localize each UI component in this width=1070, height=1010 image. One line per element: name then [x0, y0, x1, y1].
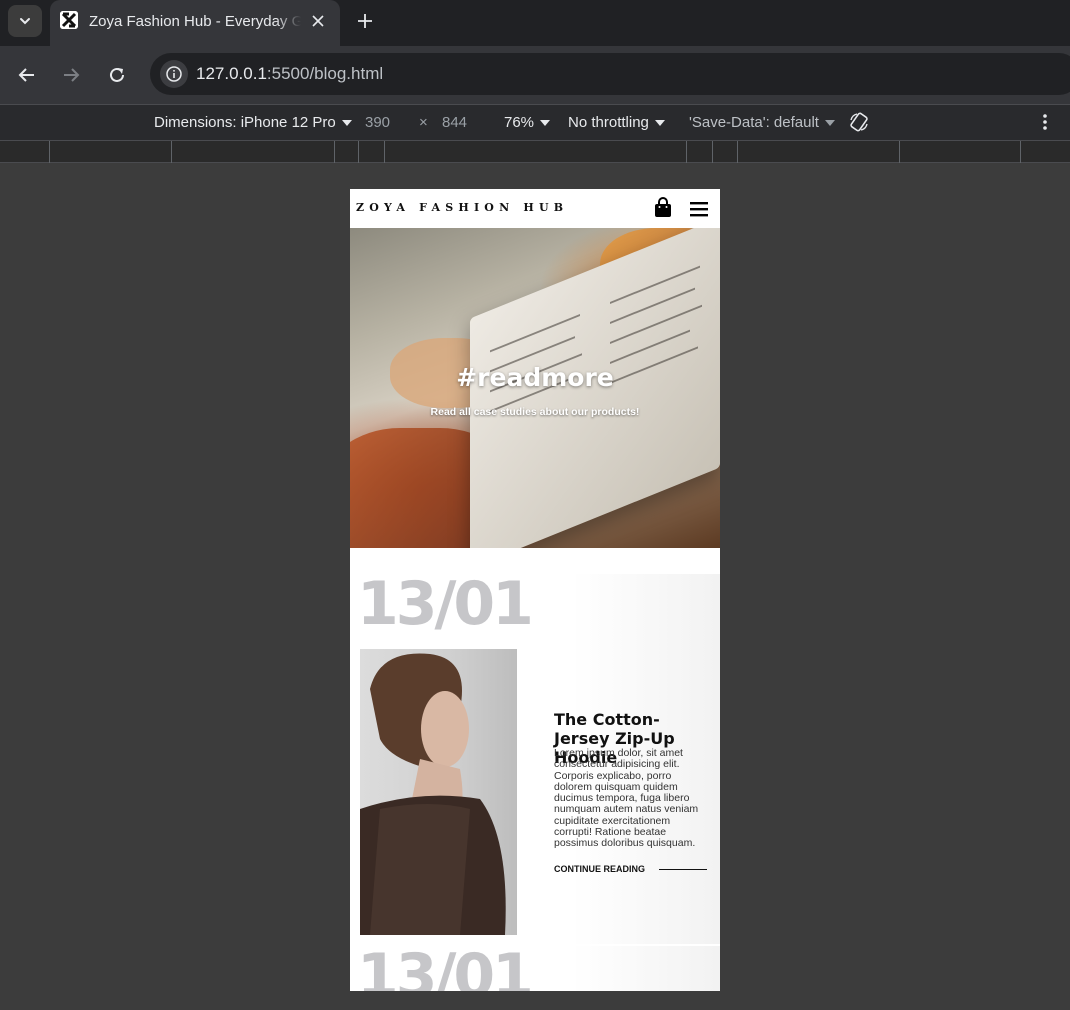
- dimension-times-sign: ×: [419, 114, 428, 131]
- caret-down-icon: [341, 120, 352, 127]
- back-arrow-icon[interactable]: [15, 63, 39, 87]
- new-tab-icon[interactable]: [354, 10, 376, 32]
- post-excerpt: Lorem ipsum dolor, sit amet consectetur …: [554, 747, 699, 850]
- url-path: :5500/blog.html: [266, 64, 384, 83]
- device-viewport: ZOYA FASHION HUB #readmore Read all case…: [350, 189, 720, 991]
- more-options-icon[interactable]: [1040, 112, 1050, 136]
- caret-down-icon: [654, 120, 665, 127]
- caret-down-icon: [824, 120, 835, 127]
- chevron-down-icon: [20, 18, 30, 25]
- post-date: 13/01: [357, 569, 534, 639]
- save-data-label: 'Save-Data': default: [689, 114, 819, 131]
- save-data-dropdown[interactable]: 'Save-Data': default: [689, 114, 835, 131]
- zoom-dropdown[interactable]: 76%: [504, 114, 551, 131]
- site-header: ZOYA FASHION HUB: [350, 189, 720, 228]
- device-width-input[interactable]: 390: [365, 114, 390, 131]
- hamburger-menu-icon[interactable]: [689, 200, 709, 218]
- site-logo[interactable]: ZOYA FASHION HUB: [356, 201, 568, 214]
- tab-strip: Zoya Fashion Hub - Everyday Gr: [0, 0, 1070, 46]
- tab-title: Zoya Fashion Hub - Everyday Gr: [89, 13, 301, 30]
- site-favicon-icon: [60, 11, 78, 29]
- device-toolbar: Dimensions: iPhone 12 Pro 390 × 844 76% …: [0, 104, 1070, 140]
- url-text: 127.0.0.1:5500/blog.html: [196, 64, 383, 84]
- reload-icon[interactable]: [105, 63, 129, 87]
- rotate-device-icon[interactable]: [848, 111, 870, 137]
- throttling-dropdown[interactable]: No throttling: [568, 114, 665, 131]
- device-dimensions-dropdown[interactable]: Dimensions: iPhone 12 Pro: [154, 114, 352, 131]
- browser-tab[interactable]: Zoya Fashion Hub - Everyday Gr: [50, 0, 340, 46]
- blog-post: 13/01: [350, 946, 720, 991]
- device-height-input[interactable]: 844: [442, 114, 467, 131]
- caret-down-icon: [540, 120, 551, 127]
- throttling-label: No throttling: [568, 114, 649, 131]
- close-tab-icon[interactable]: [308, 11, 328, 31]
- url-host: 127.0.0.1: [196, 64, 267, 83]
- site-info-icon[interactable]: [160, 60, 188, 88]
- media-query-ruler[interactable]: [0, 140, 1070, 163]
- browser-toolbar: 127.0.0.1:5500/blog.html: [0, 46, 1070, 104]
- cta-underline: [659, 869, 707, 870]
- hero-title: #readmore: [456, 363, 614, 392]
- address-bar[interactable]: 127.0.0.1:5500/blog.html: [150, 53, 1070, 95]
- forward-arrow-icon[interactable]: [59, 63, 83, 87]
- device-dimensions-label: Dimensions: iPhone 12 Pro: [154, 114, 336, 131]
- continue-reading-link[interactable]: CONTINUE READING: [554, 864, 645, 874]
- hero-banner: #readmore Read all case studies about ou…: [350, 228, 720, 548]
- zoom-label: 76%: [504, 114, 535, 131]
- hero-subtitle: Read all case studies about our products…: [430, 406, 640, 418]
- blog-post: 13/01 The Cotton-Jersey Zip-Up Hoodie Lo…: [350, 574, 720, 944]
- post-image: [360, 649, 517, 935]
- tab-search-button[interactable]: [8, 5, 42, 37]
- shopping-bag-icon[interactable]: [653, 197, 673, 218]
- post-date: 13/01: [357, 941, 534, 991]
